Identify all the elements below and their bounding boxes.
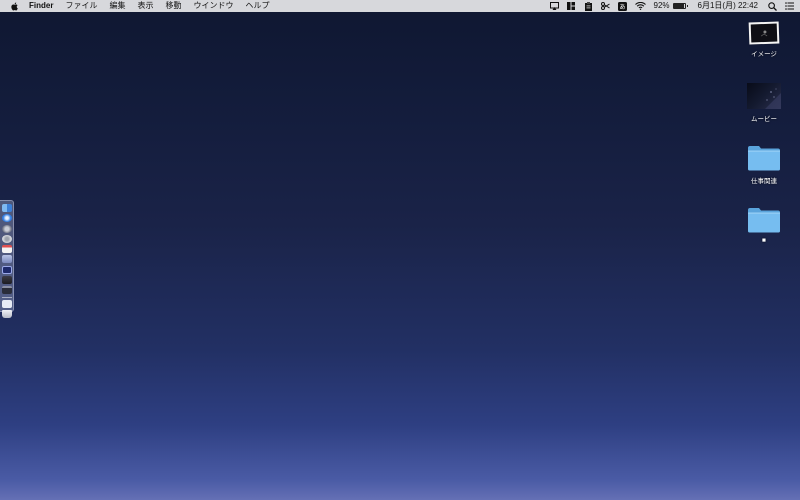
notification-center-icon[interactable]: [785, 2, 794, 10]
battery-percent[interactable]: 92%: [654, 0, 670, 12]
photos-icon[interactable]: [1, 255, 12, 264]
scissors-icon[interactable]: [600, 2, 610, 10]
wifi-icon[interactable]: [634, 2, 646, 10]
menu-file[interactable]: ファイル: [65, 0, 97, 12]
desktop-item-label: ムービー: [751, 116, 777, 123]
menu-bar: Finder ファイル 編集 表示 移動 ウインドウ ヘルプ あ 92% 6月1…: [0, 0, 800, 12]
preview-icon[interactable]: [1, 299, 12, 308]
menu-app-name[interactable]: Finder: [29, 0, 53, 12]
menu-edit[interactable]: 編集: [109, 0, 125, 12]
input-source-icon[interactable]: あ: [617, 1, 627, 11]
folder-icon: [747, 145, 781, 171]
airplay-icon[interactable]: [549, 2, 559, 10]
safari-icon[interactable]: [1, 214, 12, 223]
battery-icon[interactable]: [672, 3, 688, 9]
menu-view[interactable]: 表示: [137, 0, 153, 12]
desktop-item-folder[interactable]: ■: [739, 207, 789, 244]
clipboard-icon[interactable]: [584, 1, 593, 11]
apple-menu-icon[interactable]: [10, 1, 19, 11]
finder-icon[interactable]: [1, 204, 12, 212]
desktop[interactable]: Finder ファイル 編集 表示 移動 ウインドウ ヘルプ あ 92% 6月1…: [0, 0, 800, 500]
desktop-item-label: ■: [762, 237, 766, 244]
settings-icon[interactable]: [1, 234, 12, 243]
image-file-icon: [748, 21, 780, 45]
menu-go[interactable]: 移動: [165, 0, 181, 12]
movie-file-icon: [747, 83, 781, 109]
dock: [0, 200, 14, 318]
keyboard-icon[interactable]: [1, 286, 12, 295]
desktop-item-label: 仕事関連: [751, 178, 777, 185]
desktop-item-movie[interactable]: ムービー: [739, 83, 789, 123]
desktop-item-label: イメージ: [751, 51, 777, 58]
menu-clock[interactable]: 6月1日(月) 22:42: [698, 0, 758, 12]
terminal-icon[interactable]: [1, 265, 12, 274]
rocket-icon[interactable]: [1, 224, 12, 233]
folder-icon: [747, 207, 781, 233]
dock-separator: [1, 296, 12, 298]
svg-text:あ: あ: [619, 4, 625, 11]
trash-icon[interactable]: [1, 309, 12, 318]
menu-help[interactable]: ヘルプ: [245, 0, 269, 12]
calendar-icon[interactable]: [1, 245, 12, 254]
spotlight-search-icon[interactable]: [768, 1, 777, 11]
desktop-item-folder-work[interactable]: 仕事関連: [739, 145, 789, 185]
display-icon[interactable]: [1, 276, 12, 285]
desktop-item-image[interactable]: イメージ: [739, 21, 789, 58]
menu-window[interactable]: ウインドウ: [193, 0, 233, 12]
window-layout-icon[interactable]: [567, 2, 576, 10]
